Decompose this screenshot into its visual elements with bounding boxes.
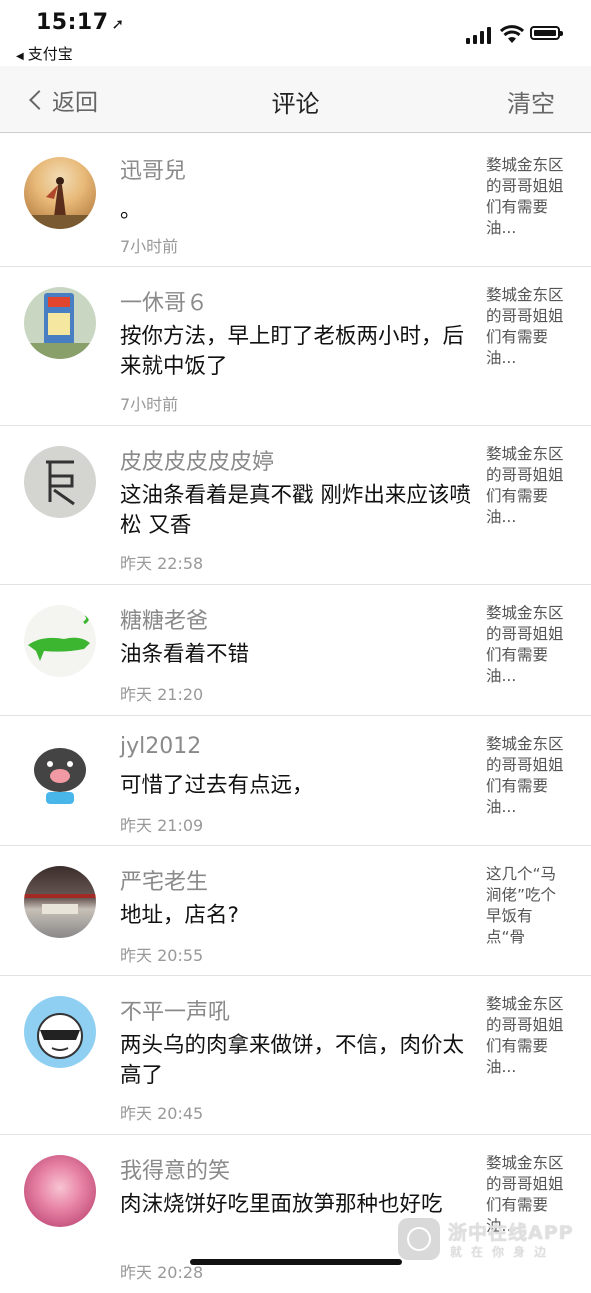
commenter-name[interactable]: 严宅老生 (120, 864, 208, 896)
comment-text: 地址，店名? (120, 903, 239, 928)
avatar[interactable] (24, 996, 96, 1068)
article-excerpt[interactable]: 婺城金东区的哥哥姐姐们有需要油... (486, 603, 564, 687)
comment-item[interactable]: 糖糖老爸 油条看着不错 昨天 21:20 婺城金东区的哥哥姐姐们有需要油... (0, 585, 591, 716)
article-excerpt[interactable]: 婺城金东区的哥哥姐姐们有需要油... (486, 734, 564, 818)
comment-text: 按你方法，早上盯了老板两小时，后来就中饭了 (120, 324, 465, 379)
status-time: 15:17 ➚ (36, 10, 125, 35)
avatar[interactable] (24, 157, 96, 229)
comment-item[interactable]: 迅哥兒 。 7小时前 婺城金东区的哥哥姐姐们有需要油... (0, 133, 591, 267)
article-excerpt[interactable]: 这几个“马涧佬”吃个早饭有点“骨躁”个 (486, 864, 564, 948)
location-arrow-icon: ➚ (111, 15, 125, 33)
battery-icon (530, 26, 563, 40)
comment-time: 昨天 20:55 (120, 946, 204, 965)
back-to-app-link[interactable]: ◀ 支付宝 (16, 43, 73, 64)
commenter-name[interactable]: 一休哥６ (120, 285, 208, 317)
comment-text: 这油条看着是真不戳 刚炸出来应该喷松 又香 (120, 483, 471, 538)
commenter-name[interactable]: 不平一声吼 (120, 994, 230, 1026)
comment-time: 昨天 22:58 (120, 554, 204, 573)
clear-button[interactable]: 清空 (507, 84, 555, 119)
avatar[interactable] (24, 287, 96, 359)
home-indicator[interactable] (190, 1259, 402, 1265)
avatar[interactable] (24, 446, 96, 518)
comment-item[interactable]: 不平一声吼 两头乌的肉拿来做饼，不信，肉价太高了 昨天 20:45 婺城金东区的… (0, 976, 591, 1135)
watermark-subtitle: 就在你身边 (450, 1245, 556, 1259)
article-excerpt[interactable]: 婺城金东区的哥哥姐姐们有需要油... (486, 285, 564, 369)
avatar[interactable] (24, 736, 96, 808)
comment-text: 油条看着不错 (120, 642, 250, 667)
article-excerpt[interactable]: 婺城金东区的哥哥姐姐们有需要油... (486, 155, 564, 239)
avatar[interactable] (24, 605, 96, 677)
commenter-name[interactable]: jyl2012 (120, 734, 201, 759)
commenter-name[interactable]: 糖糖老爸 (120, 603, 208, 635)
avatar[interactable] (24, 1155, 96, 1227)
watermark: 浙中在线APP 就在你身边 (396, 1216, 591, 1266)
comment-time: 昨天 21:20 (120, 685, 204, 704)
status-bar: 15:17 ➚ ◀ 支付宝 (0, 0, 591, 66)
watermark-logo-icon (398, 1218, 440, 1260)
commenter-name[interactable]: 我得意的笑 (120, 1153, 230, 1185)
comment-time: 7小时前 (120, 237, 179, 256)
comment-item[interactable]: 皮皮皮皮皮皮婷 这油条看着是真不戳 刚炸出来应该喷松 又香 昨天 22:58 婺… (0, 426, 591, 585)
signal-icon (466, 27, 492, 44)
back-app-label: 支付宝 (27, 45, 73, 63)
comment-text: 可惜了过去有点远， (120, 773, 314, 798)
commenter-name[interactable]: 皮皮皮皮皮皮婷 (120, 444, 274, 476)
comment-text: 。 (120, 198, 142, 223)
watermark-title: 浙中在线APP (448, 1222, 574, 1244)
back-triangle-icon: ◀ (16, 51, 24, 62)
comment-item[interactable]: 我得意的笑 肉沫烧饼好吃里面放笋那种也好吃 昨天 20:28 婺城金东区的哥哥姐… (0, 1135, 591, 1293)
comment-text: 两头乌的肉拿来做饼，不信，肉价太高了 (120, 1033, 465, 1088)
wifi-icon (500, 25, 524, 43)
comment-time: 昨天 21:09 (120, 816, 204, 835)
comment-time: 7小时前 (120, 395, 179, 414)
avatar[interactable] (24, 866, 96, 938)
comment-time: 昨天 20:45 (120, 1104, 204, 1123)
article-excerpt[interactable]: 婺城金东区的哥哥姐姐们有需要油... (486, 994, 564, 1078)
navigation-bar: 返回 评论 清空 (0, 66, 591, 133)
comment-item[interactable]: 一休哥６ 按你方法，早上盯了老板两小时，后来就中饭了 7小时前 婺城金东区的哥哥… (0, 267, 591, 426)
comment-item[interactable]: jyl2012 可惜了过去有点远， 昨天 21:09 婺城金东区的哥哥姐姐们有需… (0, 716, 591, 846)
article-excerpt[interactable]: 婺城金东区的哥哥姐姐们有需要油... (486, 444, 564, 528)
commenter-name[interactable]: 迅哥兒 (120, 153, 186, 185)
page-title: 评论 (271, 90, 320, 118)
comment-item[interactable]: 严宅老生 地址，店名? 昨天 20:55 这几个“马涧佬”吃个早饭有点“骨躁”个 (0, 846, 591, 976)
